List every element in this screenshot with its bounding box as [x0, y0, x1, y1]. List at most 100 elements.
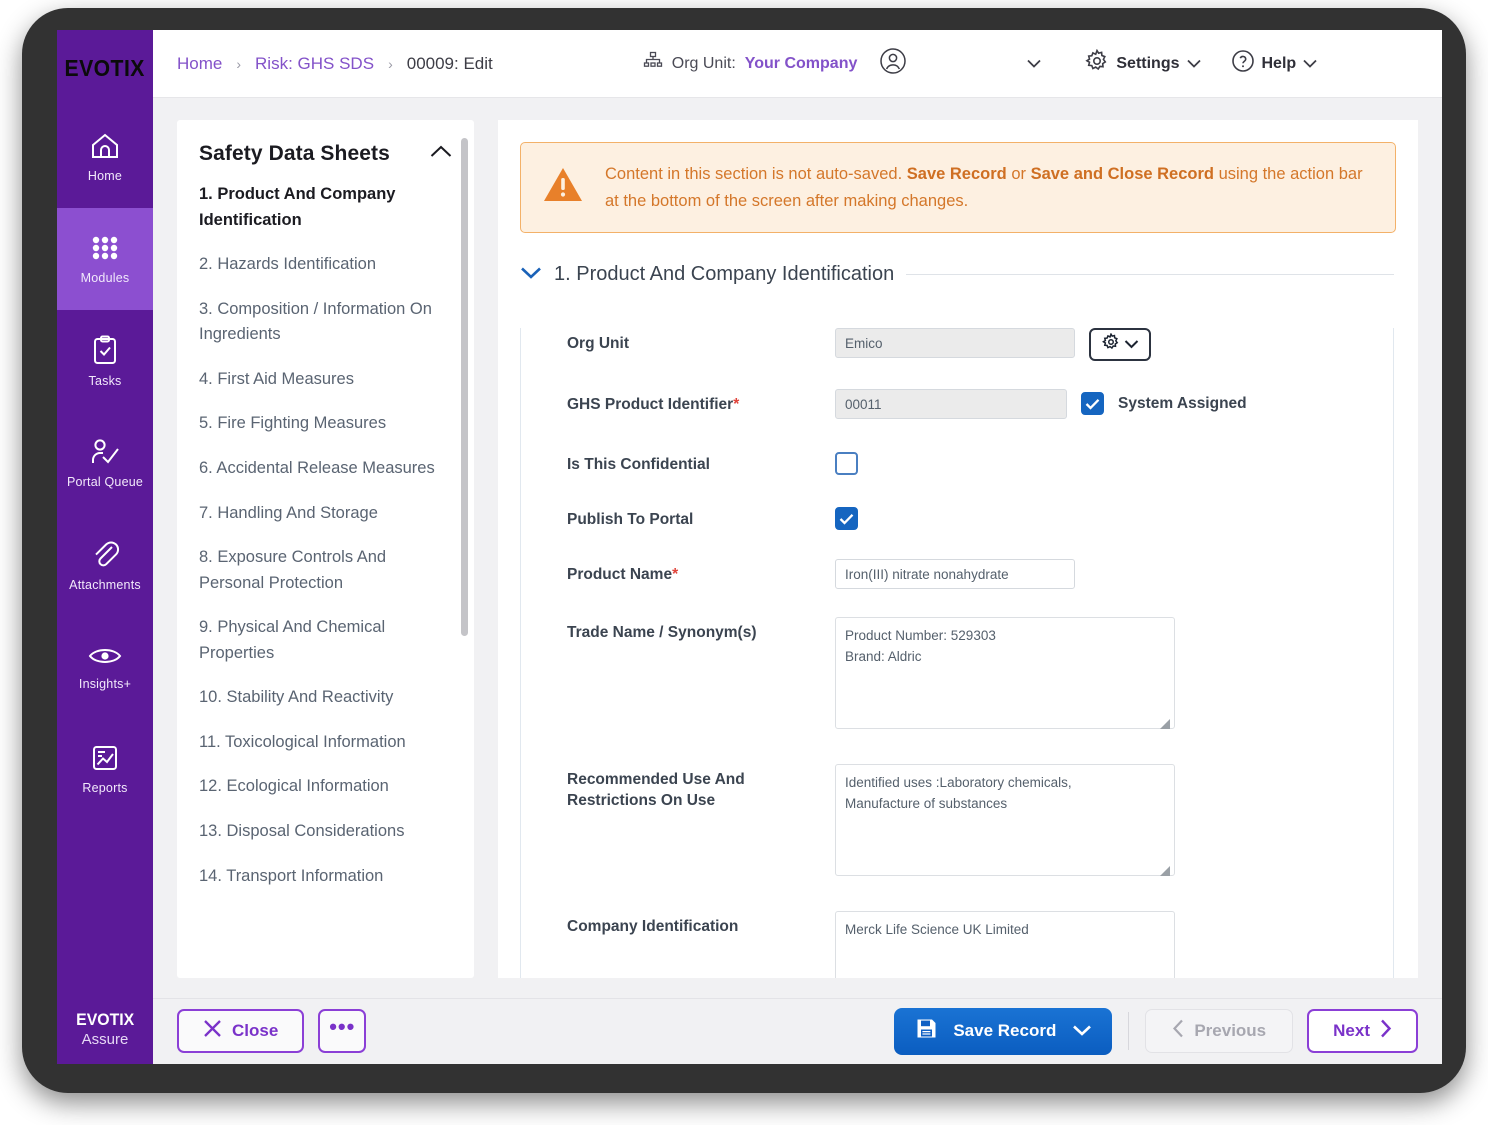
breadcrumb-separator: ›	[388, 55, 393, 72]
chevron-up-icon[interactable]	[430, 145, 452, 163]
page-title: Safety Data Sheets	[199, 142, 390, 165]
section-form: Org Unit Emico GHS Product Identifier* 0…	[520, 328, 1394, 978]
next-button[interactable]: Next	[1307, 1009, 1418, 1053]
nav-item-6[interactable]: 6. Accidental Release Measures	[199, 456, 456, 482]
sidebar-item-reports[interactable]: Reports	[57, 718, 153, 820]
sidebar-item-label: Insights+	[78, 676, 132, 691]
nav-item-12[interactable]: 12. Ecological Information	[199, 774, 456, 800]
breadcrumb-home[interactable]: Home	[177, 54, 222, 74]
section-nav-panel: Safety Data Sheets 1. Product And Compan…	[177, 120, 474, 978]
org-unit-input[interactable]	[835, 328, 1075, 359]
help-menu[interactable]: Help	[1231, 49, 1318, 78]
field-row-trade-name: Trade Name / Synonym(s) Product Number: …	[521, 617, 1393, 734]
nav-item-11[interactable]: 11. Toxicological Information	[199, 730, 456, 756]
recommended-use-label: Recommended Use And Restrictions On Use	[567, 771, 745, 810]
sidebar-item-home[interactable]: Home	[57, 106, 153, 208]
nav-item-7[interactable]: 7. Handling And Storage	[199, 501, 456, 527]
nav-item-9[interactable]: 9. Physical And Chemical Properties	[199, 615, 456, 666]
evotix-logo-text: EVOTIX	[64, 54, 146, 81]
breadcrumb-risk-ghs-sds[interactable]: Risk: GHS SDS	[255, 54, 374, 74]
sidebar-item-portal-queue[interactable]: Portal Queue	[57, 412, 153, 514]
company-identification-textarea[interactable]: Merck Life Science UK Limited	[835, 911, 1175, 978]
field-row-is-confidential: Is This Confidential	[521, 449, 1393, 476]
action-bar-top-border	[153, 998, 1442, 999]
chevron-down-icon[interactable]	[1072, 1021, 1092, 1041]
footer-logo-line2: Assure	[81, 1031, 129, 1049]
section-nav-header[interactable]: Safety Data Sheets	[177, 120, 474, 176]
chevron-down-icon[interactable]	[1027, 55, 1042, 73]
nav-item-2[interactable]: 2. Hazards Identification	[199, 252, 456, 278]
content-panel: Content in this section is not auto-save…	[498, 120, 1418, 978]
banner-or: or	[1006, 165, 1031, 183]
org-chart-icon	[643, 51, 663, 76]
sidebar-item-tasks[interactable]: Tasks	[57, 310, 153, 412]
top-bar: Home › Risk: GHS SDS › 00009: Edit Org U…	[153, 30, 1442, 98]
eye-icon	[88, 644, 122, 668]
previous-button[interactable]: Previous	[1145, 1009, 1294, 1053]
nav-item-8[interactable]: 8. Exposure Controls And Personal Protec…	[199, 545, 456, 596]
company-identification-textarea-wrap: Merck Life Science UK Limited	[835, 911, 1175, 978]
chevron-down-icon	[1186, 55, 1201, 73]
section-header[interactable]: 1. Product And Company Identification	[520, 263, 1394, 286]
page-body: Safety Data Sheets 1. Product And Compan…	[153, 98, 1442, 998]
trade-name-textarea[interactable]: Product Number: 529303 Brand: Aldric	[835, 617, 1175, 730]
org-unit-value[interactable]: Your Company	[745, 55, 858, 73]
trade-name-textarea-wrap: Product Number: 529303 Brand: Aldric	[835, 617, 1175, 734]
sidebar-item-label: Home	[87, 168, 123, 183]
close-button[interactable]: Close	[177, 1009, 305, 1053]
paperclip-icon	[90, 539, 120, 569]
nav-item-1[interactable]: 1. Product And Company Identification	[199, 182, 456, 233]
settings-menu[interactable]: Settings	[1085, 48, 1201, 78]
user-menu[interactable]	[879, 47, 1042, 80]
sidebar-item-attachments[interactable]: Attachments	[57, 514, 153, 616]
org-unit-label: Org Unit:	[671, 54, 736, 72]
banner-save-record: Save Record	[906, 165, 1007, 183]
field-row-recommended-use: Recommended Use And Restrictions On Use …	[521, 764, 1393, 881]
more-actions-button[interactable]: •••	[318, 1009, 367, 1053]
close-x-icon	[203, 1019, 222, 1043]
gear-icon	[1085, 48, 1109, 78]
product-name-input[interactable]	[835, 559, 1075, 590]
nav-item-5[interactable]: 5. Fire Fighting Measures	[199, 411, 456, 437]
not-auto-saved-banner: Content in this section is not auto-save…	[520, 142, 1396, 234]
app-screen: EVOTIX Home Modules Tasks Portal Queue A…	[57, 30, 1442, 1064]
evotix-logo: EVOTIX	[57, 30, 153, 106]
sidebar-item-label: Portal Queue	[66, 474, 144, 489]
org-unit-field-label: Org Unit	[567, 335, 629, 353]
required-asterisk: *	[733, 396, 740, 414]
nav-item-13[interactable]: 13. Disposal Considerations	[199, 819, 456, 845]
recommended-use-textarea[interactable]: Identified uses :Laboratory chemicals, M…	[835, 764, 1175, 877]
sidebar-item-insights[interactable]: Insights+	[57, 616, 153, 718]
user-circle-icon[interactable]	[879, 47, 907, 80]
product-name-label: Product Name*	[567, 559, 835, 586]
ellipsis-icon: •••	[329, 1014, 356, 1039]
required-asterisk: *	[672, 566, 679, 584]
nav-item-14[interactable]: 14. Transport Information	[199, 864, 456, 890]
ghs-product-identifier-input[interactable]	[835, 389, 1067, 420]
breadcrumb-current: 00009: Edit	[406, 53, 493, 73]
ghs-label-text: GHS Product Identifier	[567, 396, 734, 414]
nav-scrollbar[interactable]	[461, 138, 468, 636]
chevron-down-icon[interactable]	[520, 266, 542, 284]
gear-icon	[1101, 332, 1120, 356]
org-unit-selector[interactable]: Org Unit: Your Company	[643, 51, 858, 76]
nav-item-4[interactable]: 4. First Aid Measures	[199, 367, 456, 393]
sidebar-item-label: Attachments	[69, 577, 141, 592]
nav-item-3[interactable]: 3. Composition / Information On Ingredie…	[199, 297, 456, 348]
org-unit-picker-button[interactable]	[1089, 328, 1151, 362]
is-confidential-checkbox[interactable]	[835, 452, 858, 476]
trade-name-label: Trade Name / Synonym(s)	[567, 624, 757, 642]
chevron-right-icon	[1380, 1019, 1392, 1043]
recommended-use-textarea-wrap: Identified uses :Laboratory chemicals, M…	[835, 764, 1175, 881]
save-record-label: Save Record	[953, 1021, 1057, 1040]
floppy-disk-icon	[916, 1018, 937, 1044]
next-button-label: Next	[1333, 1021, 1370, 1040]
nav-item-10[interactable]: 10. Stability And Reactivity	[199, 685, 456, 711]
sidebar-item-modules[interactable]: Modules	[57, 208, 153, 310]
action-bar: Close ••• Save Record Previous Next	[153, 998, 1442, 1064]
system-assigned-checkbox[interactable]	[1081, 392, 1104, 416]
save-record-button[interactable]: Save Record	[894, 1007, 1113, 1055]
breadcrumb: Home › Risk: GHS SDS › 00009: Edit	[177, 54, 493, 74]
field-row-product-name: Product Name*	[521, 559, 1393, 590]
publish-to-portal-checkbox[interactable]	[835, 507, 858, 531]
